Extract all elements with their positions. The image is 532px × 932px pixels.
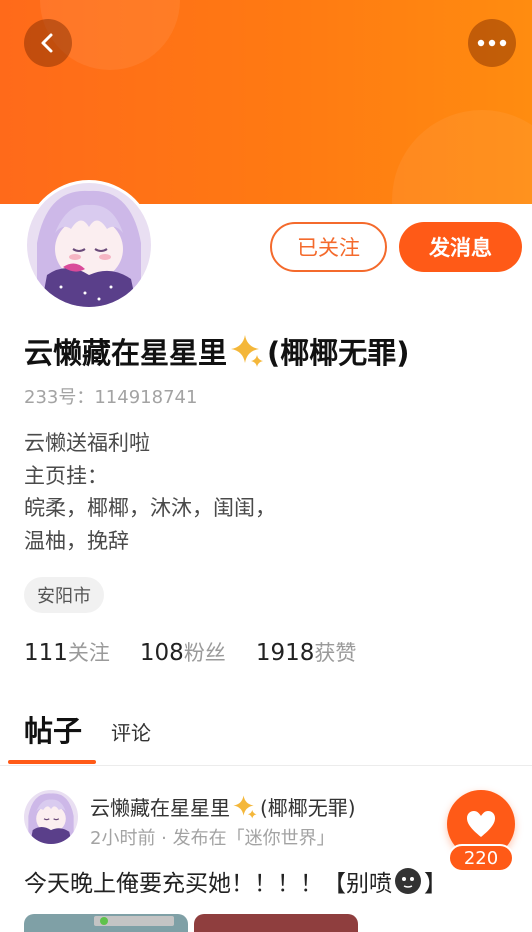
dark-face-emoji-icon (394, 867, 422, 895)
thumbnail-detail (100, 917, 108, 925)
bio-line: 主页挂： (24, 463, 108, 488)
profile-stats: 111 关注 108 粉丝 1918 获赞 (24, 637, 356, 667)
stat-label: 获赞 (314, 641, 357, 665)
post-image-thumbnail[interactable] (24, 914, 188, 932)
stat-following[interactable]: 111 关注 (24, 637, 110, 667)
stat-count: 111 (24, 640, 68, 666)
user-id-label: 233号： (24, 387, 95, 408)
profile-tabs: 帖子 评论 (0, 700, 532, 766)
location-tag: 安阳市 (24, 577, 104, 613)
user-id: 233号：114918741 (24, 383, 197, 409)
stat-likes: 1918 获赞 (256, 637, 357, 667)
sparkle-icon (229, 333, 265, 369)
post-author-avatar[interactable] (24, 790, 78, 844)
bio-line: 云懒送福利啦 (24, 431, 150, 455)
stat-count: 1918 (255, 640, 315, 666)
profile-bio: 云懒送福利啦 主页挂： 皖柔，椰椰，沐沐，闺闺， 温柚，挽辞 (24, 427, 276, 557)
stat-label: 粉丝 (183, 641, 226, 665)
post-text-main: 今天晚上俺要充买她！！！！【别喷 (24, 871, 392, 897)
post-author-suffix: (椰椰无罪) (260, 796, 356, 820)
post-image-thumbnail[interactable] (194, 914, 358, 932)
heart-icon (467, 811, 495, 837)
chevron-left-icon (41, 33, 53, 53)
tab-comments[interactable]: 评论 (111, 717, 151, 746)
bio-line: 温柚，挽辞 (24, 528, 129, 553)
stat-count: 108 (139, 640, 184, 666)
post-text[interactable]: 今天晚上俺要充买她！！！！【别喷 】 (24, 864, 447, 898)
post-text-end: 】 (424, 871, 447, 897)
stat-followers[interactable]: 108 粉丝 (140, 637, 226, 667)
send-message-button[interactable]: 发消息 (399, 222, 522, 272)
stat-label: 关注 (67, 641, 110, 665)
post-meta: 2小时前 · 发布在「迷你世界」 (90, 828, 335, 849)
more-button[interactable] (468, 19, 516, 67)
back-button[interactable] (24, 19, 72, 67)
followed-button[interactable]: 已关注 (270, 222, 387, 272)
active-tab-indicator (8, 760, 96, 764)
profile-username: 云懒藏在星星里 (椰椰无罪) (24, 330, 410, 372)
more-dots-icon (477, 39, 507, 47)
banner-decoration (392, 110, 532, 204)
user-id-value: 114918741 (94, 387, 198, 408)
username-suffix: (椰椰无罪) (267, 336, 410, 370)
tab-posts[interactable]: 帖子 (24, 708, 82, 750)
profile-avatar[interactable] (24, 180, 154, 310)
username-text: 云懒藏在星星里 (24, 336, 228, 370)
profile-banner (0, 0, 532, 204)
post-author-text: 云懒藏在星星里 (90, 796, 230, 820)
avatar-image (27, 183, 151, 307)
post-author-name[interactable]: 云懒藏在星星里 (椰椰无罪) (90, 792, 356, 821)
sparkle-icon (232, 794, 258, 820)
like-count-badge: 220 (448, 844, 514, 872)
bio-line: 皖柔，椰椰，沐沐，闺闺， (24, 496, 276, 520)
